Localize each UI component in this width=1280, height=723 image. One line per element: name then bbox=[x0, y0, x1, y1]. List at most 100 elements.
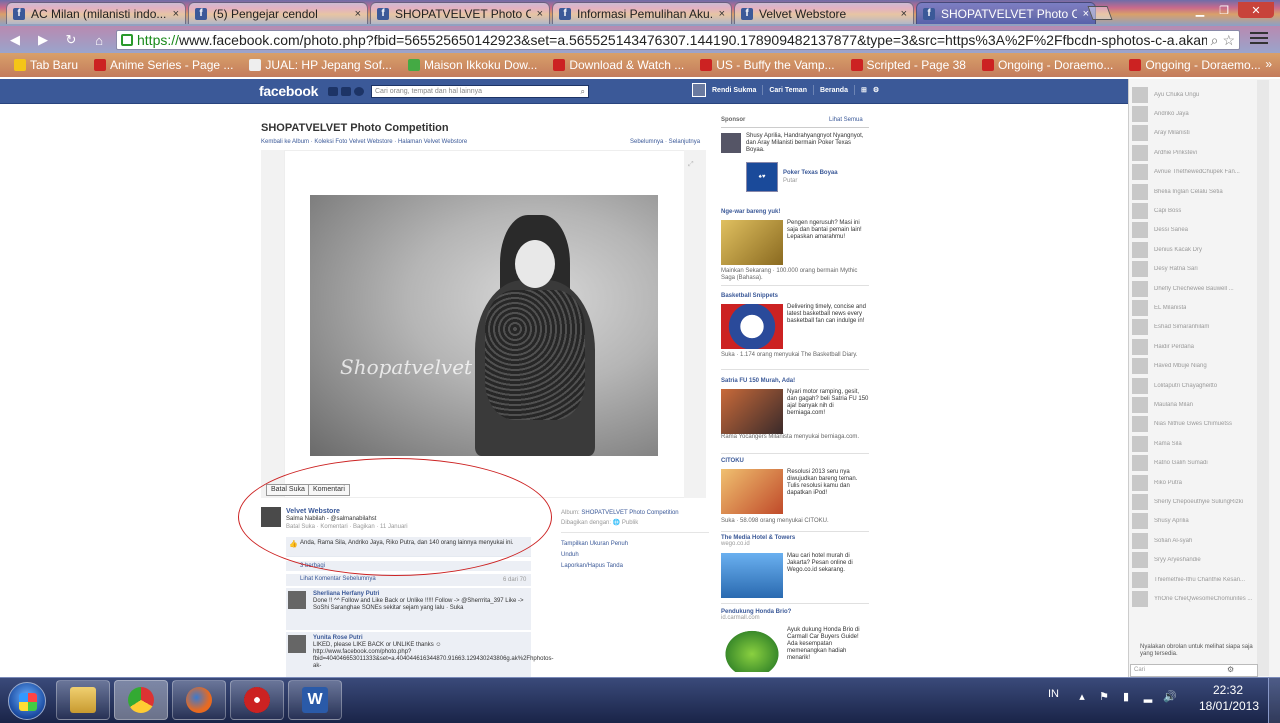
browser-menu-icon[interactable] bbox=[1250, 32, 1268, 48]
ad-footer[interactable]: Rama Yocangers Milanista menyukai bernia… bbox=[721, 434, 869, 441]
chat-friend-item[interactable]: Dessi Sanea bbox=[1132, 222, 1252, 239]
ad-item[interactable]: Pendukung Honda Brio? id.carmall.com Ayu… bbox=[721, 609, 869, 675]
ad-item[interactable]: Nge-war bareng yuk! Pengen ngerusuh? Mas… bbox=[721, 209, 869, 286]
photo-image[interactable]: Shopatvelvet bbox=[310, 195, 658, 456]
settings-gear-icon[interactable]: ⚙ bbox=[873, 86, 879, 94]
chat-friend-item[interactable]: Rama Sila bbox=[1132, 435, 1252, 452]
close-window-icon[interactable]: ✕ bbox=[1238, 2, 1274, 18]
chat-friend-item[interactable]: Thiemethie-Ithu Chanthie Kesan... bbox=[1132, 571, 1252, 588]
browser-tab-2[interactable]: f (5) Pengejar cendol × bbox=[188, 2, 368, 24]
close-tab-icon[interactable]: × bbox=[719, 8, 725, 20]
chat-friend-item[interactable]: Dhefly Chechewee Bauwell ... bbox=[1132, 280, 1252, 297]
ad-title[interactable]: Satria FU 150 Murah, Ada! bbox=[721, 378, 869, 384]
bookmark-item[interactable]: US - Buffy the Vamp... bbox=[692, 56, 842, 74]
ad-image[interactable] bbox=[721, 627, 783, 672]
chat-friend-item[interactable]: Capi Boss bbox=[1132, 202, 1252, 219]
chat-friend-item[interactable]: Avnue ThethewedChupek Fan... bbox=[1132, 164, 1252, 181]
bookmark-item[interactable]: Maison Ikkoku Dow... bbox=[400, 56, 545, 74]
ad-title[interactable]: CITOKU bbox=[721, 458, 869, 464]
ad-title[interactable]: Basketball Snippets bbox=[721, 293, 869, 299]
ad-footer[interactable]: Suka · 58.098 orang menyukai CITOKU. bbox=[721, 518, 869, 525]
sponsored-social-item[interactable]: Shusy Aprilia, Handrahyangnyot Nyangnyot… bbox=[721, 131, 869, 163]
bookmark-item[interactable]: Scripted - Page 38 bbox=[843, 56, 974, 74]
bookmarks-overflow-icon[interactable]: » bbox=[1265, 57, 1272, 71]
ad-image[interactable] bbox=[721, 220, 783, 265]
commenter-avatar[interactable] bbox=[288, 635, 306, 653]
bookmark-item[interactable]: Ongoing - Doraemo... bbox=[974, 56, 1121, 74]
chat-friend-item[interactable]: Haidir Perdana bbox=[1132, 338, 1252, 355]
restore-icon[interactable]: ❐ bbox=[1214, 2, 1234, 18]
ad-image[interactable] bbox=[721, 304, 783, 349]
taskbar-explorer[interactable] bbox=[56, 680, 110, 720]
chat-friend-item[interactable]: Nias Nithue Gwes Chimuetss bbox=[1132, 416, 1252, 433]
bookmark-item[interactable]: Download & Watch ... bbox=[545, 56, 692, 74]
chat-friend-item[interactable]: Sherly Chepoeuthyie SulungRizki bbox=[1132, 493, 1252, 510]
close-tab-icon[interactable]: × bbox=[901, 8, 907, 20]
ad-domain[interactable]: wego.co.id bbox=[721, 541, 869, 547]
nav-home-link[interactable]: Beranda bbox=[820, 87, 848, 94]
bookmark-star-icon[interactable]: ☆ bbox=[1222, 32, 1235, 49]
ad-action[interactable]: Putar bbox=[783, 178, 797, 184]
view-full-size-link[interactable]: Tampilkan Ukuran Penuh bbox=[561, 539, 628, 550]
browser-tab-6-active[interactable]: f SHOPATVELVET Photo C... × bbox=[916, 2, 1096, 24]
ad-footer[interactable]: Suka · 1.174 orang menyukai The Basketba… bbox=[721, 352, 869, 359]
chat-friend-item[interactable]: Maulana Milan bbox=[1132, 396, 1252, 413]
taskbar-firefox[interactable] bbox=[172, 680, 226, 720]
ad-image[interactable] bbox=[721, 469, 783, 514]
show-desktop-button[interactable] bbox=[1268, 678, 1280, 723]
volume-icon[interactable]: 🔊 bbox=[1163, 690, 1177, 703]
bookmark-item[interactable]: JUAL: HP Jepang Sof... bbox=[241, 56, 400, 74]
user-avatar[interactable] bbox=[692, 83, 706, 97]
chat-friend-item[interactable]: Lolitaputri Chayagheitto bbox=[1132, 377, 1252, 394]
bookmark-item[interactable]: Anime Series - Page ... bbox=[86, 56, 241, 74]
taskbar-word[interactable]: W bbox=[288, 680, 342, 720]
ad-title[interactable]: Poker Texas Boyaa bbox=[783, 170, 838, 176]
battery-icon[interactable]: ▮ bbox=[1120, 690, 1132, 703]
taskbar-app[interactable] bbox=[230, 680, 284, 720]
chat-offline-message[interactable]: Nyalakan obrolan untuk melihat siapa saj… bbox=[1140, 644, 1260, 658]
minimize-icon[interactable]: ▁ bbox=[1190, 2, 1210, 18]
nav-find-friends-link[interactable]: Cari Teman bbox=[769, 87, 807, 94]
view-previous-comments[interactable]: Lihat Komentar Sebelumnya bbox=[286, 574, 531, 586]
ad-title[interactable]: Nge-war bareng yuk! bbox=[721, 209, 869, 215]
bookmark-item[interactable]: Ongoing - Doraemo... bbox=[1121, 56, 1268, 74]
photo-pager[interactable]: Sebelumnya · Selanjutnya bbox=[630, 139, 700, 145]
commenter-avatar[interactable] bbox=[288, 591, 306, 609]
browser-tab-1[interactable]: f AC Milan (milanisti indo... × bbox=[6, 2, 186, 24]
chat-friend-item[interactable]: Ardhie Pinkstevi bbox=[1132, 144, 1252, 161]
clock-date[interactable]: 18/01/2013 bbox=[1196, 699, 1262, 713]
url-text[interactable]: https://www.facebook.com/photo.php?fbid=… bbox=[137, 32, 1207, 48]
language-indicator[interactable]: IN bbox=[1048, 688, 1059, 700]
chat-friend-item[interactable]: YhOne ChieQwesomeChomunites ... bbox=[1132, 590, 1252, 607]
nav-user-link[interactable]: Rendi Sukma bbox=[712, 87, 756, 94]
facebook-logo[interactable]: facebook bbox=[259, 83, 318, 99]
reload-icon[interactable]: ↻ bbox=[62, 31, 80, 49]
chat-friend-item[interactable]: EL Milanista bbox=[1132, 299, 1252, 316]
ad-item[interactable]: Basketball Snippets Delivering timely, c… bbox=[721, 293, 869, 373]
chat-friend-item[interactable]: Sofian Al-syah bbox=[1132, 532, 1252, 549]
chat-friend-item[interactable]: Ratno Galih Sumadi bbox=[1132, 455, 1252, 472]
action-center-flag-icon[interactable]: ⚑ bbox=[1098, 690, 1110, 703]
search-icon[interactable]: ⌕ bbox=[581, 87, 585, 97]
network-icon[interactable]: ▂ bbox=[1142, 690, 1154, 703]
breadcrumb[interactable]: Kembali ke Album · Koleksi Foto Velvet W… bbox=[261, 139, 467, 145]
commenter-name[interactable]: Sherliana Herfany Putri bbox=[313, 591, 379, 597]
close-tab-icon[interactable]: × bbox=[173, 8, 179, 20]
ad-image[interactable] bbox=[721, 553, 783, 598]
privacy-shortcut-icon[interactable]: ⊞ bbox=[861, 86, 867, 94]
browser-tab-4[interactable]: f Informasi Pemulihan Aku... × bbox=[552, 2, 732, 24]
chat-friend-item[interactable]: Aray Milanisti bbox=[1132, 125, 1252, 142]
chat-friend-item[interactable]: Desy Ratna Sari bbox=[1132, 261, 1252, 278]
commenter-name[interactable]: Yunita Rose Putri bbox=[313, 635, 363, 641]
album-link[interactable]: SHOPATVELVET Photo Competition bbox=[581, 510, 678, 516]
chat-scrollbar[interactable] bbox=[1257, 80, 1269, 676]
chat-friend-item[interactable]: Haved Mbuje Niang bbox=[1132, 358, 1252, 375]
bookmark-item[interactable]: Tab Baru bbox=[6, 56, 86, 74]
chat-search-input[interactable]: Cari bbox=[1130, 664, 1258, 677]
chat-friend-item[interactable]: Eshad Simaranhilam bbox=[1132, 319, 1252, 336]
tray-expand-icon[interactable]: ▴ bbox=[1076, 690, 1088, 703]
browser-tab-3[interactable]: f SHOPATVELVET Photo C... × bbox=[370, 2, 550, 24]
close-tab-icon[interactable]: × bbox=[537, 8, 543, 20]
ad-footer[interactable]: Mainkan Sekarang · 100.000 orang bermain… bbox=[721, 268, 869, 282]
chat-friend-item[interactable]: Andriko Jaya bbox=[1132, 105, 1252, 122]
